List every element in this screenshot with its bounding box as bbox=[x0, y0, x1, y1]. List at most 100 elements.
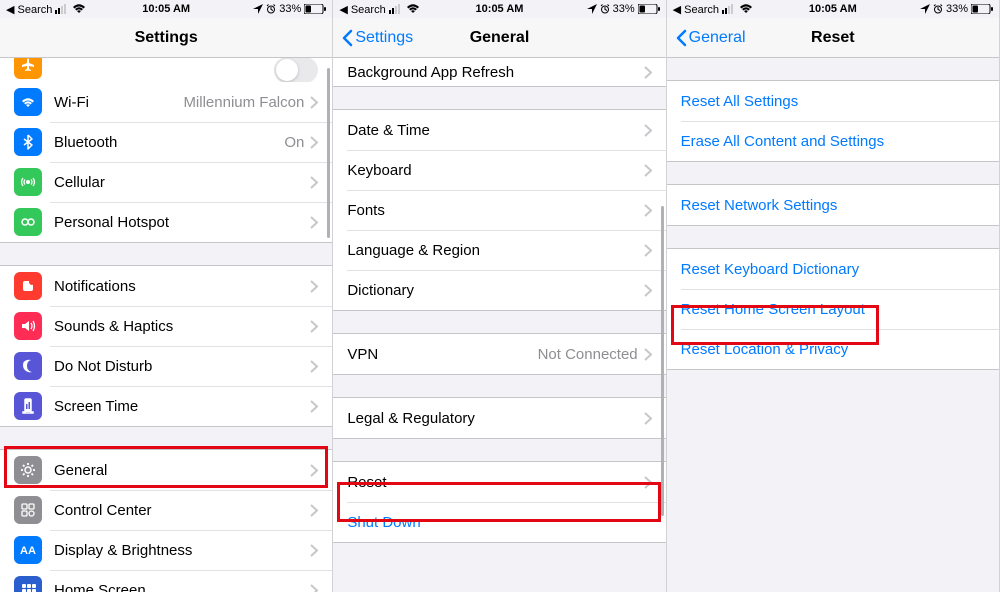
row-bluetooth[interactable]: Bluetooth On bbox=[0, 122, 332, 162]
row-legal[interactable]: Legal & Regulatory bbox=[333, 398, 665, 438]
row-vpn[interactable]: VPN Not Connected bbox=[333, 334, 665, 374]
row-sounds[interactable]: Sounds & Haptics bbox=[0, 306, 332, 346]
fonts-label: Fonts bbox=[347, 202, 643, 219]
svg-text:AA: AA bbox=[20, 545, 36, 557]
row-reset-network[interactable]: Reset Network Settings bbox=[667, 185, 999, 225]
battery-percent: 33% bbox=[279, 3, 301, 15]
back-app-indicator[interactable]: ◀ Search bbox=[673, 3, 719, 16]
reset-list[interactable]: Reset All Settings Erase All Content and… bbox=[667, 58, 999, 592]
chevron-icon bbox=[310, 504, 318, 517]
row-display[interactable]: AA Display & Brightness bbox=[0, 530, 332, 570]
battery-icon bbox=[304, 4, 326, 14]
row-keyboard[interactable]: Keyboard bbox=[333, 150, 665, 190]
row-erase-all[interactable]: Erase All Content and Settings bbox=[667, 121, 999, 161]
reset-network-label: Reset Network Settings bbox=[681, 197, 985, 214]
bluetooth-value: On bbox=[284, 134, 304, 151]
row-general[interactable]: General bbox=[0, 450, 332, 490]
alarm-icon bbox=[933, 4, 943, 14]
back-label: Settings bbox=[355, 29, 413, 47]
back-button[interactable]: General bbox=[675, 29, 746, 47]
chevron-icon bbox=[310, 216, 318, 229]
hotspot-icon bbox=[14, 208, 42, 236]
keyboard-label: Keyboard bbox=[347, 162, 643, 179]
chevron-icon bbox=[310, 400, 318, 413]
wifi-icon bbox=[739, 4, 753, 14]
scrollbar[interactable] bbox=[661, 206, 664, 516]
reset-location-label: Reset Location & Privacy bbox=[681, 341, 985, 358]
row-lang-region[interactable]: Language & Region bbox=[333, 230, 665, 270]
shutdown-label: Shut Down bbox=[347, 514, 651, 531]
row-home-screen[interactable]: Home Screen bbox=[0, 570, 332, 592]
row-wifi[interactable]: Wi-Fi Millennium Falcon bbox=[0, 82, 332, 122]
vpn-label: VPN bbox=[347, 346, 537, 363]
cellular-label: Cellular bbox=[54, 174, 310, 191]
row-hotspot[interactable]: Personal Hotspot bbox=[0, 202, 332, 242]
airplane-icon bbox=[14, 58, 42, 79]
erase-all-label: Erase All Content and Settings bbox=[681, 133, 985, 150]
alarm-icon bbox=[266, 4, 276, 14]
row-dnd[interactable]: Do Not Disturb bbox=[0, 346, 332, 386]
reset-home-label: Reset Home Screen Layout bbox=[681, 301, 985, 318]
row-reset-home[interactable]: Reset Home Screen Layout bbox=[667, 289, 999, 329]
dictionary-label: Dictionary bbox=[347, 282, 643, 299]
page-title: Settings bbox=[135, 29, 198, 47]
chevron-icon bbox=[644, 244, 652, 257]
row-date-time[interactable]: Date & Time bbox=[333, 110, 665, 150]
chevron-icon bbox=[644, 284, 652, 297]
chevron-icon bbox=[310, 464, 318, 477]
reset-label: Reset bbox=[347, 474, 643, 491]
location-icon bbox=[253, 4, 263, 14]
scrollbar[interactable] bbox=[327, 68, 330, 238]
battery-percent: 33% bbox=[946, 3, 968, 15]
bluetooth-icon bbox=[14, 128, 42, 156]
legal-label: Legal & Regulatory bbox=[347, 410, 643, 427]
chevron-icon bbox=[644, 66, 652, 79]
row-reset-keyboard[interactable]: Reset Keyboard Dictionary bbox=[667, 249, 999, 289]
chevron-icon bbox=[644, 204, 652, 217]
back-app-indicator[interactable]: ◀ Search bbox=[6, 3, 52, 16]
chevron-icon bbox=[644, 124, 652, 137]
dnd-icon bbox=[14, 352, 42, 380]
chevron-icon bbox=[310, 360, 318, 373]
home-screen-label: Home Screen bbox=[54, 582, 310, 592]
row-reset-all[interactable]: Reset All Settings bbox=[667, 81, 999, 121]
back-label: General bbox=[689, 29, 746, 47]
display-icon: AA bbox=[14, 536, 42, 564]
chevron-icon bbox=[644, 412, 652, 425]
row-control-center[interactable]: Control Center bbox=[0, 490, 332, 530]
row-notifications[interactable]: Notifications bbox=[0, 266, 332, 306]
general-label: General bbox=[54, 462, 310, 479]
general-list[interactable]: Background App Refresh Date & Time Keybo… bbox=[333, 58, 665, 592]
chevron-icon bbox=[310, 320, 318, 333]
chevron-icon bbox=[310, 584, 318, 592]
chevron-icon bbox=[310, 544, 318, 557]
row-bg-refresh[interactable]: Background App Refresh bbox=[333, 58, 665, 86]
settings-list[interactable]: Wi-Fi Millennium Falcon Bluetooth On Cel… bbox=[0, 58, 332, 592]
status-time: 10:05 AM bbox=[476, 3, 524, 15]
back-app-indicator[interactable]: ◀ Search bbox=[339, 3, 385, 16]
status-bar: ◀ Search 10:05 AM 33% bbox=[667, 0, 999, 18]
airplane-toggle[interactable] bbox=[274, 58, 318, 82]
dnd-label: Do Not Disturb bbox=[54, 358, 310, 375]
row-screentime[interactable]: Screen Time bbox=[0, 386, 332, 426]
nav-bar: Settings General bbox=[333, 18, 665, 58]
row-airplane-mode[interactable] bbox=[0, 58, 332, 82]
row-cellular[interactable]: Cellular bbox=[0, 162, 332, 202]
chevron-icon bbox=[644, 164, 652, 177]
cellular-signal-icon bbox=[389, 4, 403, 14]
sounds-label: Sounds & Haptics bbox=[54, 318, 310, 335]
row-reset-location[interactable]: Reset Location & Privacy bbox=[667, 329, 999, 369]
chevron-icon bbox=[310, 96, 318, 109]
row-shutdown[interactable]: Shut Down bbox=[333, 502, 665, 542]
row-dictionary[interactable]: Dictionary bbox=[333, 270, 665, 310]
screen-settings: ◀ Search 10:05 AM 33% Settings Wi-Fi Mil bbox=[0, 0, 333, 592]
battery-percent: 33% bbox=[613, 3, 635, 15]
vpn-value: Not Connected bbox=[538, 346, 638, 363]
back-button[interactable]: Settings bbox=[341, 29, 413, 47]
row-fonts[interactable]: Fonts bbox=[333, 190, 665, 230]
hotspot-label: Personal Hotspot bbox=[54, 214, 310, 231]
cellular-signal-icon bbox=[722, 4, 736, 14]
row-reset[interactable]: Reset bbox=[333, 462, 665, 502]
status-bar: ◀ Search 10:05 AM 33% bbox=[333, 0, 665, 18]
page-title: General bbox=[470, 29, 530, 47]
